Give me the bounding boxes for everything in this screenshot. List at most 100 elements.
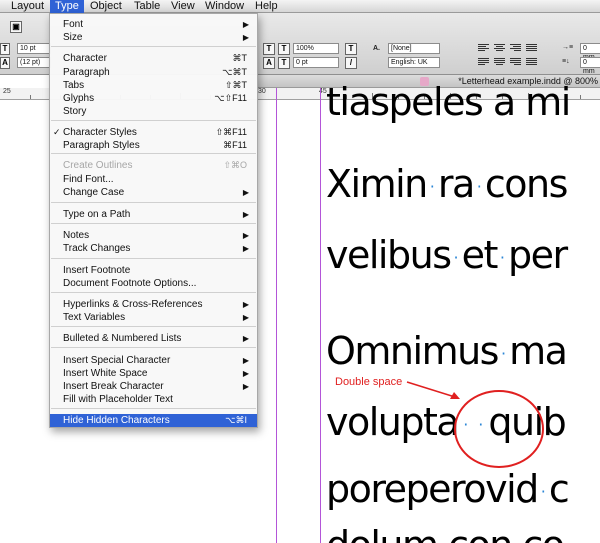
menu-item-bulleted-lists[interactable]: Bulleted & Numbered Lists ▶ — [50, 332, 257, 345]
text-frame-icon[interactable]: T — [345, 43, 357, 55]
submenu-arrow-icon: ▶ — [242, 244, 249, 253]
submenu-arrow-icon: ▶ — [242, 210, 249, 219]
submenu-arrow-icon: ▶ — [242, 300, 249, 309]
menu-item-hyperlinks[interactable]: Hyperlinks & Cross-References ▶ — [50, 298, 257, 311]
indent-bottom-field[interactable]: 0 mm — [580, 57, 600, 75]
menu-item-label: Track Changes — [63, 243, 131, 254]
menu-item-font[interactable]: Font ▶ — [50, 18, 257, 31]
menu-item-label: Insert Break Character — [63, 381, 164, 392]
menu-separator — [51, 326, 256, 327]
menu-separator — [51, 46, 256, 47]
menu-item-type-on-path[interactable]: Type on a Path ▶ — [50, 208, 257, 221]
menu-item-insert-white-space[interactable]: Insert White Space ▶ — [50, 367, 257, 380]
text-line[interactable]: velibus ·et ·per — [326, 236, 568, 277]
indent-icon: →≡ — [562, 44, 574, 51]
menu-item-label: Create Outlines — [63, 160, 133, 171]
text-line[interactable]: dolum con co — [326, 526, 565, 543]
submenu-arrow-icon: ▶ — [242, 231, 249, 240]
justify-all-icon[interactable] — [526, 58, 537, 67]
menu-item-label: Paragraph Styles — [63, 140, 140, 151]
justify-icon[interactable] — [526, 44, 537, 53]
menu-item-paragraph[interactable]: Paragraph ⌥⌘T — [50, 66, 257, 79]
menu-item-label: Find Font... — [63, 174, 114, 185]
language-select[interactable]: English: UK — [388, 57, 440, 68]
menu-item-character-styles[interactable]: ✓ Character Styles ⇧⌘F11 — [50, 126, 257, 139]
menu-item-label: Fill with Placeholder Text — [63, 394, 173, 405]
margin-guide — [276, 88, 277, 543]
menu-item-fill-placeholder[interactable]: Fill with Placeholder Text — [50, 393, 257, 406]
menu-item-find-font[interactable]: Find Font... — [50, 173, 257, 186]
ruler-label: 25 — [3, 88, 11, 95]
menu-view[interactable]: View — [166, 0, 200, 13]
menu-separator — [51, 408, 256, 409]
justify-center-icon[interactable] — [494, 58, 505, 67]
menu-table[interactable]: Table — [129, 0, 165, 13]
baseline-shift-icon: A — [263, 57, 275, 69]
menu-layout[interactable]: Layout — [6, 0, 49, 13]
align-center-icon[interactable] — [494, 44, 505, 53]
menu-item-paragraph-styles[interactable]: Paragraph Styles ⌘F11 — [50, 139, 257, 152]
menu-type[interactable]: Type — [50, 0, 84, 13]
submenu-arrow-icon: ▶ — [242, 33, 249, 42]
menu-item-label: Type on a Path — [63, 209, 131, 220]
align-right-icon[interactable] — [510, 44, 521, 53]
char-style-icon: A. — [373, 45, 380, 52]
menu-item-label: Story — [63, 106, 87, 117]
frame-icon[interactable]: ▣ — [10, 21, 22, 33]
menu-item-track-changes[interactable]: Track Changes ▶ — [50, 242, 257, 255]
stroke-none-icon[interactable]: / — [345, 57, 357, 69]
submenu-arrow-icon: ▶ — [242, 356, 249, 365]
justify-right-icon[interactable] — [510, 58, 521, 67]
menu-item-label: Hide Hidden Characters — [63, 415, 170, 426]
text-line[interactable]: Omnimus ·ma — [326, 332, 568, 373]
vertical-scale-icon: T — [263, 43, 275, 55]
menu-item-label: Character — [63, 53, 107, 64]
menu-item-label: Document Footnote Options... — [63, 278, 197, 289]
submenu-arrow-icon: ▶ — [242, 334, 249, 343]
menu-item-label: Glyphs — [63, 93, 95, 104]
menu-item-story[interactable]: Story — [50, 105, 257, 118]
justify-left-icon[interactable] — [478, 58, 489, 67]
align-left-icon[interactable] — [478, 44, 489, 53]
character-style-select[interactable]: [None] — [388, 43, 440, 54]
menu-item-shortcut: ⌥⌘T — [222, 67, 247, 77]
menu-object[interactable]: Object — [85, 0, 127, 13]
menu-item-change-case[interactable]: Change Case ▶ — [50, 186, 257, 199]
leading-field[interactable]: (12 pt) — [17, 57, 51, 68]
menu-help[interactable]: Help — [250, 0, 283, 13]
menu-window[interactable]: Window — [200, 0, 249, 13]
menu-item-text-variables[interactable]: Text Variables ▶ — [50, 311, 257, 324]
menu-item-label: Notes — [63, 230, 90, 241]
menu-item-footnote-options[interactable]: Document Footnote Options... — [50, 277, 257, 290]
baseline-shift-field[interactable]: 0 pt — [293, 57, 339, 68]
submenu-arrow-icon: ▶ — [242, 313, 249, 322]
menu-item-insert-break-character[interactable]: Insert Break Character ▶ — [50, 380, 257, 393]
space-icon: ≡↓ — [562, 58, 570, 65]
menu-item-notes[interactable]: Notes ▶ — [50, 229, 257, 242]
annotation-label: Double space — [335, 376, 403, 388]
indent-top-field[interactable]: 0 mm — [580, 43, 600, 61]
menu-item-label: Hyperlinks & Cross-References — [63, 299, 203, 310]
menu-item-insert-special-character[interactable]: Insert Special Character ▶ — [50, 354, 257, 367]
menu-item-size[interactable]: Size ▶ — [50, 31, 257, 44]
menu-item-label: Text Variables — [63, 312, 126, 323]
menu-item-shortcut: ⌥⇧F11 — [214, 93, 247, 103]
menu-item-label: Bulleted & Numbered Lists — [63, 333, 182, 344]
menu-item-character[interactable]: Character ⌘T — [50, 52, 257, 65]
submenu-arrow-icon: ▶ — [242, 369, 249, 378]
menu-item-glyphs[interactable]: Glyphs ⌥⇧F11 — [50, 92, 257, 105]
menu-item-hide-hidden-characters[interactable]: Hide Hidden Characters ⌥⌘I — [50, 414, 257, 427]
menu-item-create-outlines: Create Outlines ⇧⌘O — [50, 159, 257, 172]
menu-item-insert-footnote[interactable]: Insert Footnote — [50, 264, 257, 277]
submenu-arrow-icon: ▶ — [242, 382, 249, 391]
checkmark-icon: ✓ — [53, 127, 61, 137]
text-line[interactable]: Ximin ·ra ·cons — [326, 165, 568, 206]
type-menu: Font ▶ Size ▶ Character ⌘T Paragraph ⌥⌘T Tabs ⇧⌘T… — [49, 13, 258, 428]
margin-guide — [320, 88, 321, 543]
text-line[interactable]: poreperovid ·c — [326, 470, 570, 511]
menu-separator — [51, 347, 256, 348]
text-line[interactable]: tiaspeles a mi — [326, 83, 571, 121]
vertical-scale-field[interactable]: 100% — [293, 43, 339, 54]
font-size-field[interactable]: 10 pt — [17, 43, 51, 54]
menu-item-tabs[interactable]: Tabs ⇧⌘T — [50, 79, 257, 92]
